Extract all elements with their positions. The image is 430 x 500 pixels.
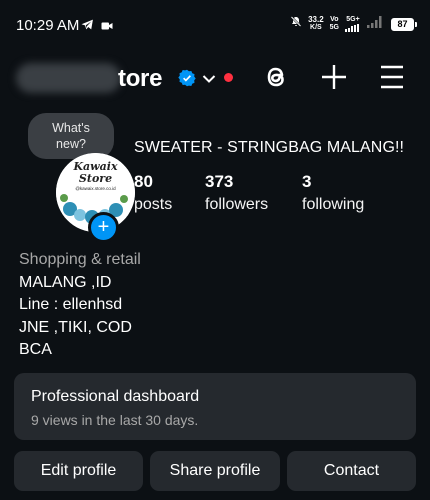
signal-icon [345, 24, 359, 32]
username[interactable]: tore [118, 65, 162, 93]
add-story-plus-icon[interactable]: + [88, 212, 119, 243]
edit-profile-button[interactable]: Edit profile [14, 451, 143, 491]
threads-icon[interactable] [262, 62, 290, 97]
stat-following[interactable]: 3 following [302, 172, 364, 214]
mute-bell-icon [290, 15, 302, 33]
bio-line: MALANG ,ID [19, 273, 112, 291]
status-bar: 10:29 AM 33.2 K/S Vo 5G 5G+ 87 [0, 0, 430, 48]
telegram-icon [81, 18, 94, 36]
status-left-icons [81, 18, 113, 36]
network-type-indicator: 5G+ [345, 16, 361, 32]
share-profile-button[interactable]: Share profile [150, 451, 280, 491]
verified-badge-icon [178, 69, 196, 92]
category-label: Shopping & retail [19, 251, 141, 268]
stat-followers[interactable]: 373 followers [205, 172, 268, 214]
stat-posts[interactable]: 80 posts [134, 172, 172, 214]
video-icon [101, 18, 113, 36]
bio-line: BCA [19, 341, 52, 358]
menu-icon[interactable] [379, 62, 405, 97]
notes-bubble[interactable]: What's new? [28, 113, 114, 159]
volte-indicator: Vo 5G [329, 16, 339, 31]
dashboard-title: Professional dashboard [31, 388, 200, 405]
status-right-icons: 33.2 K/S Vo 5G 5G+ 87 [290, 15, 417, 33]
notification-dot [224, 73, 233, 82]
clock: 10:29 AM [16, 17, 80, 34]
chevron-down-icon[interactable] [202, 71, 216, 89]
signal-strength-icon [367, 15, 385, 33]
professional-dashboard-card[interactable]: Professional dashboard 9 views in the la… [14, 373, 416, 440]
username-redacted [16, 63, 121, 93]
bio-line: JNE ,TIKI, COD [19, 318, 132, 336]
bio-line: Line : ellenhsd [19, 296, 123, 313]
battery-indicator: 87 [391, 17, 417, 31]
contact-button[interactable]: Contact [287, 451, 416, 491]
profile-header: tore [0, 55, 430, 101]
create-plus-icon[interactable] [320, 62, 348, 97]
profile-name: SWEATER - STRINGBAG MALANG!! [134, 139, 405, 156]
dashboard-subtitle: 9 views in the last 30 days. [31, 412, 199, 428]
bio: Shopping & retail MALANG ,ID Line : elle… [19, 249, 141, 362]
network-speed: 33.2 K/S [308, 15, 324, 32]
avatar-text: Kawaix Store @kawaix.store.co.id [73, 160, 118, 192]
